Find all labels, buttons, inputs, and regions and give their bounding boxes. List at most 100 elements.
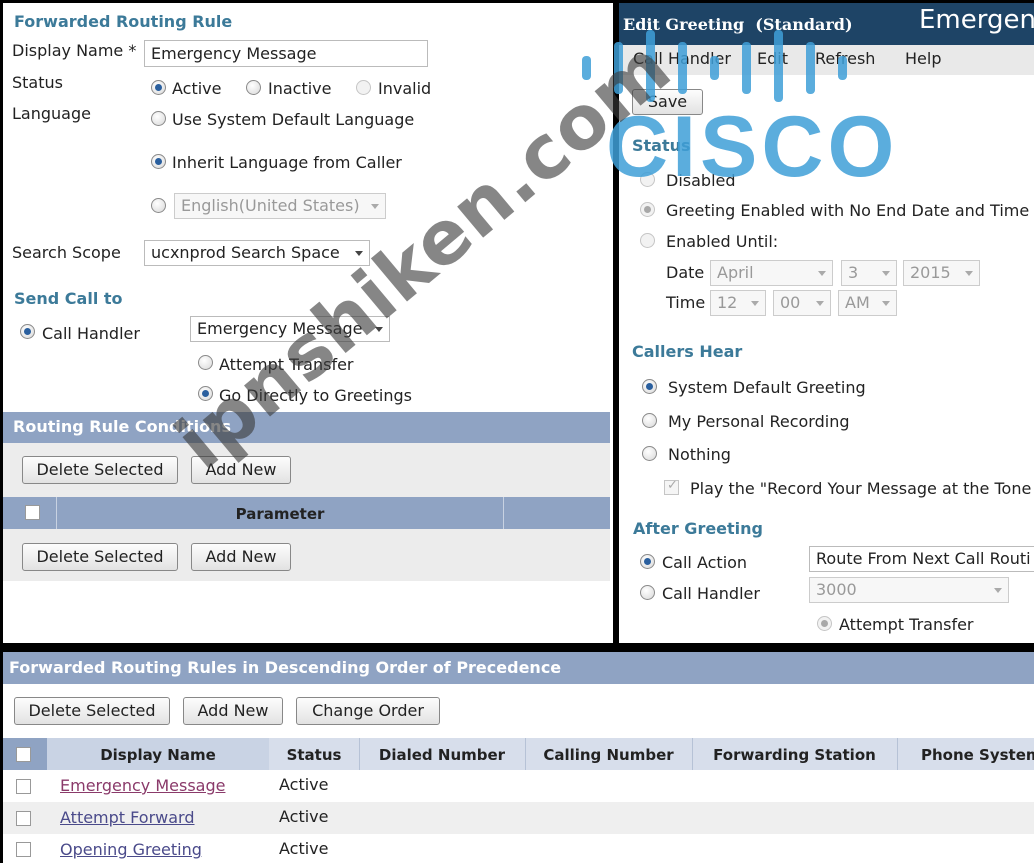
- date-label: Date: [666, 263, 705, 282]
- routing-rule-conditions-title: Routing Rule Conditions: [13, 417, 231, 436]
- greeting-attempt-transfer-label: Attempt Transfer: [839, 615, 974, 634]
- greeting-enabled-until-label: Enabled Until:: [666, 232, 779, 251]
- date-year-value: 2015: [910, 263, 951, 282]
- chevron-down-icon: [965, 271, 973, 276]
- language-specific-radio[interactable]: [151, 198, 166, 213]
- save-button[interactable]: Save: [632, 89, 703, 115]
- column-calling-number[interactable]: Calling Number: [525, 746, 692, 764]
- row-checkbox[interactable]: [16, 842, 31, 857]
- chevron-down-icon: [994, 588, 1002, 593]
- list-add-new-button[interactable]: Add New: [183, 697, 283, 725]
- greeting-status-title: Status: [632, 136, 691, 155]
- menu-call-handler[interactable]: Call Handler: [633, 49, 731, 68]
- greeting-enabled-no-end-label: Greeting Enabled with No End Date and Ti…: [666, 201, 1030, 220]
- language-label: Language: [12, 104, 91, 123]
- column-dialed-number[interactable]: Dialed Number: [359, 746, 525, 764]
- greeting-disabled-label: Disabled: [666, 171, 736, 190]
- send-call-handler-radio[interactable]: [20, 324, 35, 339]
- row-checkbox[interactable]: [16, 811, 31, 826]
- nothing-radio[interactable]: [642, 446, 657, 461]
- time-hour-select[interactable]: 12: [710, 290, 766, 316]
- menu-refresh[interactable]: Refresh: [815, 49, 875, 68]
- personal-recording-label: My Personal Recording: [668, 412, 850, 431]
- rule-link-emergency-message[interactable]: Emergency Message: [60, 776, 225, 795]
- time-minute-value: 00: [780, 293, 801, 312]
- after-greeting-title: After Greeting: [633, 519, 764, 538]
- menu-edit[interactable]: Edit: [757, 49, 788, 68]
- greeting-title-right: Emergen: [919, 5, 1034, 35]
- greeting-call-handler-radio[interactable]: [640, 585, 655, 600]
- go-directly-radio[interactable]: [198, 386, 213, 401]
- rules-select-all-checkbox[interactable]: [16, 747, 31, 762]
- greeting-call-handler-label: Call Handler: [662, 584, 760, 603]
- routing-rule-title: Forwarded Routing Rule: [14, 12, 233, 31]
- delete-selected-button[interactable]: Delete Selected: [22, 456, 178, 484]
- greeting-enabled-no-end-radio[interactable]: [640, 202, 655, 217]
- language-system-label: Use System Default Language: [172, 110, 415, 129]
- column-status[interactable]: Status: [269, 746, 359, 764]
- rule-status: Active: [279, 775, 329, 794]
- greeting-attempt-transfer-radio[interactable]: [817, 616, 832, 631]
- attempt-transfer-label: Attempt Transfer: [219, 355, 354, 374]
- add-new-button[interactable]: Add New: [191, 456, 291, 484]
- attempt-transfer-radio[interactable]: [198, 355, 213, 370]
- search-scope-label: Search Scope: [12, 243, 121, 262]
- select-all-checkbox[interactable]: [25, 505, 40, 520]
- time-label: Time: [666, 293, 706, 312]
- call-action-radio[interactable]: [640, 554, 655, 569]
- rule-link-opening-greeting[interactable]: Opening Greeting: [60, 840, 202, 859]
- chevron-down-icon: [882, 301, 890, 306]
- call-action-label: Call Action: [662, 553, 748, 572]
- date-day-select[interactable]: 3: [841, 260, 897, 286]
- menu-help[interactable]: Help: [905, 49, 941, 68]
- display-name-input[interactable]: Emergency Message: [144, 40, 428, 67]
- personal-recording-radio[interactable]: [642, 413, 657, 428]
- language-inherit-radio[interactable]: [151, 154, 166, 169]
- chevron-down-icon: [375, 327, 383, 332]
- date-month-select[interactable]: April: [710, 260, 833, 286]
- status-active-label: Active: [172, 79, 222, 98]
- delete-selected-button-bottom[interactable]: Delete Selected: [22, 543, 178, 571]
- date-year-select[interactable]: 2015: [903, 260, 980, 286]
- call-handler-select-value: Emergency Message: [197, 319, 363, 338]
- time-hour-value: 12: [717, 293, 738, 312]
- date-day-value: 3: [848, 263, 859, 282]
- call-handler-select[interactable]: Emergency Message: [190, 316, 390, 342]
- send-call-to-title: Send Call to: [14, 289, 123, 308]
- row-checkbox[interactable]: [16, 779, 31, 794]
- play-record-checkbox[interactable]: [664, 478, 679, 495]
- time-ampm-select[interactable]: AM: [838, 290, 897, 316]
- rule-status: Active: [279, 839, 329, 858]
- time-ampm-value: AM: [845, 293, 870, 312]
- nothing-label: Nothing: [668, 445, 731, 464]
- greeting-disabled-radio[interactable]: [640, 172, 655, 187]
- language-system-radio[interactable]: [151, 111, 166, 126]
- column-phone-system[interactable]: Phone System: [897, 746, 1034, 764]
- column-divider: [503, 497, 504, 529]
- column-display-name[interactable]: Display Name: [47, 746, 269, 764]
- status-active-radio[interactable]: [151, 80, 166, 95]
- routing-rules-list-bar: Forwarded Routing Rules in Descending Or…: [3, 652, 1034, 684]
- column-forwarding-station[interactable]: Forwarding Station: [692, 746, 897, 764]
- routing-rules-list-panel: Forwarded Routing Rules in Descending Or…: [3, 652, 1034, 863]
- language-select-value: English(United States): [181, 196, 360, 215]
- display-name-label: Display Name *: [12, 41, 137, 60]
- status-inactive-radio[interactable]: [246, 80, 261, 95]
- language-select[interactable]: English(United States): [174, 193, 386, 219]
- greeting-enabled-until-radio[interactable]: [640, 233, 655, 248]
- status-invalid-radio: [356, 80, 371, 95]
- system-default-greeting-radio[interactable]: [642, 379, 657, 394]
- send-call-handler-label: Call Handler: [42, 324, 140, 343]
- add-new-button-bottom[interactable]: Add New: [191, 543, 291, 571]
- call-action-value: Route From Next Call Routi: [816, 549, 1031, 568]
- rule-link-attempt-forward[interactable]: Attempt Forward: [60, 808, 195, 827]
- language-inherit-label: Inherit Language from Caller: [172, 153, 402, 172]
- call-action-select[interactable]: Route From Next Call Routi: [809, 546, 1034, 572]
- list-delete-selected-button[interactable]: Delete Selected: [14, 697, 170, 725]
- time-minute-select[interactable]: 00: [773, 290, 831, 316]
- chevron-down-icon: [818, 271, 826, 276]
- greeting-call-handler-value: 3000: [816, 580, 857, 599]
- greeting-call-handler-select[interactable]: 3000: [809, 577, 1009, 603]
- search-scope-select[interactable]: ucxnprod Search Space: [144, 240, 370, 266]
- change-order-button[interactable]: Change Order: [296, 697, 440, 725]
